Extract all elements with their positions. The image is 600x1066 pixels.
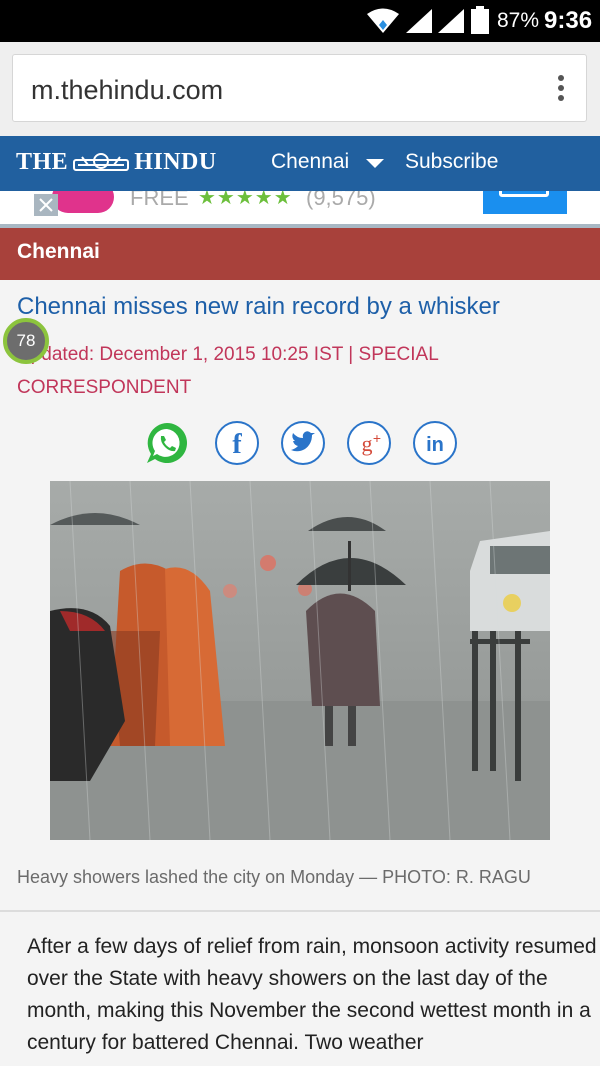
- facebook-icon[interactable]: f: [214, 420, 260, 466]
- url-text[interactable]: m.thehindu.com: [31, 75, 223, 106]
- section-bar[interactable]: Chennai: [0, 228, 600, 280]
- city-selector[interactable]: Chennai: [271, 150, 349, 174]
- logo-word-the: THE: [16, 149, 69, 175]
- article-photo[interactable]: [50, 481, 550, 840]
- signal-icon: [406, 9, 432, 33]
- address-bar[interactable]: m.thehindu.com: [12, 54, 587, 122]
- emblem-icon: [73, 152, 130, 171]
- svg-text:f: f: [232, 429, 242, 460]
- google-plus-icon[interactable]: g +: [346, 420, 392, 466]
- ad-close-icon[interactable]: [34, 194, 58, 216]
- ad-banner[interactable]: FREE ★★★★★ (9,575): [0, 191, 600, 224]
- ad-label: FREE: [130, 191, 189, 210]
- svg-text:+: +: [373, 430, 381, 446]
- twitter-icon[interactable]: [280, 420, 326, 466]
- rating-stars-icon: ★★★★★: [198, 191, 293, 209]
- article-byline: Updated: December 1, 2015 10:25 IST | SP…: [17, 344, 439, 398]
- whatsapp-icon[interactable]: [144, 420, 190, 466]
- status-bar: 87% 9:36: [0, 0, 600, 42]
- battery-icon: [471, 6, 489, 34]
- svg-text:g: g: [362, 431, 373, 456]
- logo-word-hindu: HINDU: [134, 149, 217, 175]
- photo-caption: Heavy showers lashed the city on Monday …: [17, 867, 531, 887]
- floating-badge[interactable]: 78: [3, 318, 49, 364]
- browser-toolbar: m.thehindu.com: [0, 42, 600, 136]
- divider: [0, 910, 600, 912]
- signal-icon: [438, 9, 464, 33]
- section-title[interactable]: Chennai: [17, 240, 100, 264]
- clock: 9:36: [544, 7, 593, 34]
- ad-app-logo: [52, 191, 114, 213]
- ad-rating-count: (9,575): [306, 191, 376, 210]
- linkedin-icon[interactable]: in: [412, 420, 458, 466]
- ad-install-button[interactable]: [483, 191, 567, 214]
- chevron-down-icon[interactable]: [366, 159, 384, 168]
- overflow-menu-icon[interactable]: [556, 75, 566, 105]
- battery-percent: 87%: [497, 9, 540, 32]
- article-body: After a few days of relief from rain, mo…: [27, 935, 597, 1054]
- article-headline: Chennai misses new rain record by a whis…: [17, 293, 500, 320]
- site-logo[interactable]: THE HINDU: [16, 149, 217, 176]
- site-header: THE HINDU Chennai Subscribe: [0, 136, 600, 191]
- svg-text:in: in: [426, 434, 444, 456]
- wifi-icon: [367, 8, 399, 33]
- subscribe-link[interactable]: Subscribe: [405, 150, 498, 174]
